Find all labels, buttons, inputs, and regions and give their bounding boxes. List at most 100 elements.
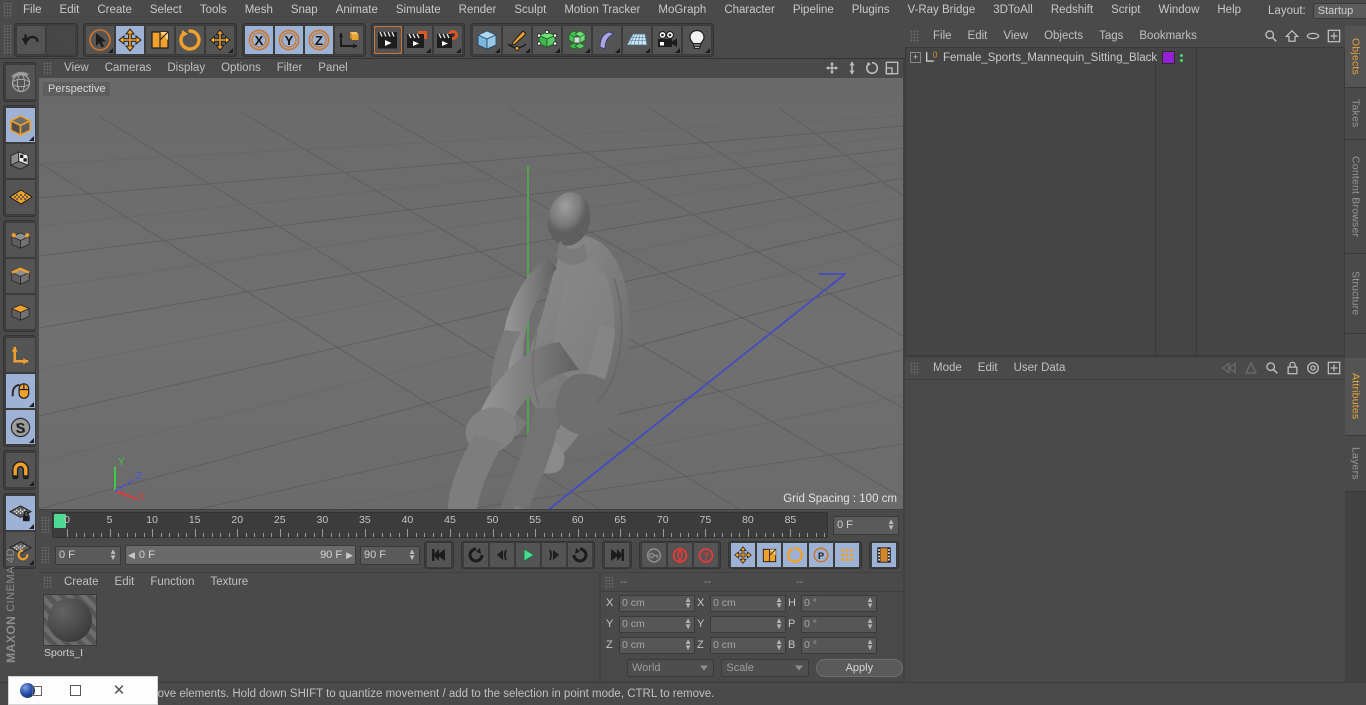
pin-icon[interactable] bbox=[1306, 361, 1320, 375]
param-key-button[interactable]: P bbox=[808, 542, 834, 568]
timeline-ruler[interactable]: 0 5 10 15 20 25 30 35 40 45 50 55 60 65 70 75 80 85 90 bbox=[52, 512, 828, 538]
spinner-icon[interactable]: ▲ ▼ bbox=[866, 596, 874, 610]
vtab-attributes[interactable]: Attributes bbox=[1345, 358, 1366, 436]
play-loop-button[interactable] bbox=[567, 542, 593, 568]
range-left-arrow-icon[interactable]: ◀ bbox=[128, 550, 135, 561]
coordinates-grip[interactable] bbox=[605, 575, 614, 589]
menu-mograph[interactable]: MoGraph bbox=[649, 0, 715, 21]
autokeying-button[interactable] bbox=[667, 542, 693, 568]
apply-button[interactable]: Apply bbox=[815, 659, 904, 677]
viewport-menu-view[interactable]: View bbox=[56, 59, 97, 78]
timeline-range-slider[interactable]: ◀ 0 F 90 F ▶ bbox=[125, 545, 356, 565]
magnet-button[interactable] bbox=[5, 452, 36, 488]
menu-motion-tracker[interactable]: Motion Tracker bbox=[555, 0, 649, 21]
visibility-dot-render[interactable] bbox=[1180, 58, 1183, 62]
coord-pos-x-field[interactable]: 0 cm ▲ ▼ bbox=[619, 594, 695, 612]
spinner-icon[interactable]: ▲ ▼ bbox=[866, 617, 874, 631]
transport-grip[interactable] bbox=[41, 547, 50, 563]
menu-sculpt[interactable]: Sculpt bbox=[505, 0, 555, 21]
rotate-tool[interactable] bbox=[175, 24, 205, 55]
objmgr-menu-view[interactable]: View bbox=[995, 26, 1036, 47]
viewport-menu-filter[interactable]: Filter bbox=[269, 59, 311, 78]
expand-toggle[interactable]: + bbox=[910, 52, 921, 63]
spline-pen-button[interactable] bbox=[502, 24, 532, 55]
enable-axis-button[interactable] bbox=[5, 337, 36, 373]
menu-3dtoall[interactable]: 3DToAll bbox=[984, 0, 1042, 21]
go-to-start-button[interactable] bbox=[426, 542, 452, 568]
layout-select[interactable]: Startup bbox=[1312, 2, 1366, 19]
toolbar-grip[interactable] bbox=[3, 24, 12, 55]
scale-tool[interactable] bbox=[145, 24, 175, 55]
range-right-arrow-icon[interactable]: ▶ bbox=[346, 550, 353, 561]
spinner-icon[interactable]: ▲ ▼ bbox=[887, 518, 895, 532]
viewport-menu-panel[interactable]: Panel bbox=[310, 59, 355, 78]
viewport-solo-button[interactable] bbox=[5, 373, 36, 409]
spinner-icon[interactable]: ▲ ▼ bbox=[775, 596, 783, 610]
nurbs-generator-button[interactable] bbox=[532, 24, 562, 55]
array-object-button[interactable] bbox=[562, 24, 592, 55]
material-menu-create[interactable]: Create bbox=[56, 573, 107, 592]
coord-pos-y-field[interactable]: 0 cm ▲ ▼ bbox=[619, 615, 695, 633]
floor-environment-button[interactable] bbox=[622, 24, 652, 55]
vtab-takes[interactable]: Takes bbox=[1345, 88, 1366, 140]
menu-vray-bridge[interactable]: V-Ray Bridge bbox=[898, 0, 984, 21]
record-active-objects-button[interactable] bbox=[641, 542, 667, 568]
menu-pipeline[interactable]: Pipeline bbox=[784, 0, 843, 21]
spinner-icon[interactable]: ▲ ▼ bbox=[775, 638, 783, 652]
move-extra-tool[interactable] bbox=[205, 24, 235, 55]
viewport-grip[interactable] bbox=[43, 62, 52, 75]
render-settings-button[interactable] bbox=[433, 24, 463, 55]
add-cube-button[interactable] bbox=[472, 24, 502, 55]
vtab-structure[interactable]: Structure bbox=[1345, 254, 1366, 334]
home-icon[interactable] bbox=[1285, 29, 1299, 43]
material-menu-edit[interactable]: Edit bbox=[107, 573, 143, 592]
attributes-grip[interactable] bbox=[910, 362, 919, 375]
menu-snap[interactable]: Snap bbox=[282, 0, 327, 21]
coord-pos-z-field[interactable]: 0 cm ▲ ▼ bbox=[619, 636, 695, 654]
polygons-mode-button[interactable] bbox=[5, 294, 36, 330]
search-icon[interactable] bbox=[1265, 361, 1279, 375]
position-key-button[interactable] bbox=[730, 542, 756, 568]
material-menu-texture[interactable]: Texture bbox=[202, 573, 256, 592]
object-row[interactable]: + 0 Female_Sports_Mannequin_Sitting_Blac… bbox=[906, 48, 1344, 67]
edges-mode-button[interactable] bbox=[5, 258, 36, 294]
current-frame-field[interactable]: 0 F ▲ ▼ bbox=[833, 515, 899, 535]
objmgr-menu-bookmarks[interactable]: Bookmarks bbox=[1131, 26, 1205, 47]
menu-tools[interactable]: Tools bbox=[191, 0, 236, 21]
step-forward-button[interactable] bbox=[541, 542, 567, 568]
menu-select[interactable]: Select bbox=[141, 0, 191, 21]
layer-visibility-icon[interactable] bbox=[1306, 29, 1320, 43]
pla-key-button[interactable] bbox=[834, 542, 860, 568]
maximize-window-button[interactable] bbox=[53, 676, 97, 705]
light-object-button[interactable] bbox=[682, 24, 712, 55]
material-tag-icon[interactable] bbox=[1162, 51, 1175, 64]
objmgr-menu-tags[interactable]: Tags bbox=[1091, 26, 1131, 47]
material-grip[interactable] bbox=[43, 576, 52, 589]
attr-menu-mode[interactable]: Mode bbox=[925, 358, 970, 379]
menu-help[interactable]: Help bbox=[1208, 0, 1250, 21]
rotation-key-button[interactable] bbox=[782, 542, 808, 568]
visibility-dot-editor[interactable] bbox=[1180, 53, 1183, 57]
texture-mode-button[interactable] bbox=[5, 143, 36, 179]
render-picture-viewer-button[interactable] bbox=[403, 24, 433, 55]
material-list[interactable]: Sports_I bbox=[39, 592, 599, 681]
coord-size-z-field[interactable]: 0 cm ▲ ▼ bbox=[710, 636, 786, 654]
bend-deformer-button[interactable] bbox=[592, 24, 622, 55]
undo-view-button[interactable] bbox=[5, 64, 36, 100]
material-menu-function[interactable]: Function bbox=[142, 573, 202, 592]
snap-mode-button[interactable]: S bbox=[5, 409, 36, 445]
attr-menu-user-data[interactable]: User Data bbox=[1006, 358, 1074, 379]
material-thumbnail[interactable] bbox=[43, 594, 97, 646]
coord-size-x-field[interactable]: 0 cm ▲ ▼ bbox=[710, 594, 786, 612]
scale-key-button[interactable] bbox=[756, 542, 782, 568]
cinema4d-app-icon[interactable] bbox=[9, 676, 53, 705]
coord-size-y-field[interactable]: ▲ ▼ bbox=[710, 615, 786, 633]
spinner-icon[interactable]: ▲ ▼ bbox=[408, 548, 416, 562]
go-to-end-button[interactable] bbox=[604, 542, 630, 568]
world-object-axis-button[interactable] bbox=[334, 24, 364, 55]
viewport-3d-canvas[interactable]: Perspective Grid Spacing : 100 cm Y X Z bbox=[39, 78, 903, 509]
dolly-icon[interactable] bbox=[845, 61, 859, 75]
objmgr-menu-objects[interactable]: Objects bbox=[1036, 26, 1091, 47]
coord-system-select[interactable]: World bbox=[627, 659, 715, 677]
redo-button[interactable] bbox=[46, 24, 76, 55]
